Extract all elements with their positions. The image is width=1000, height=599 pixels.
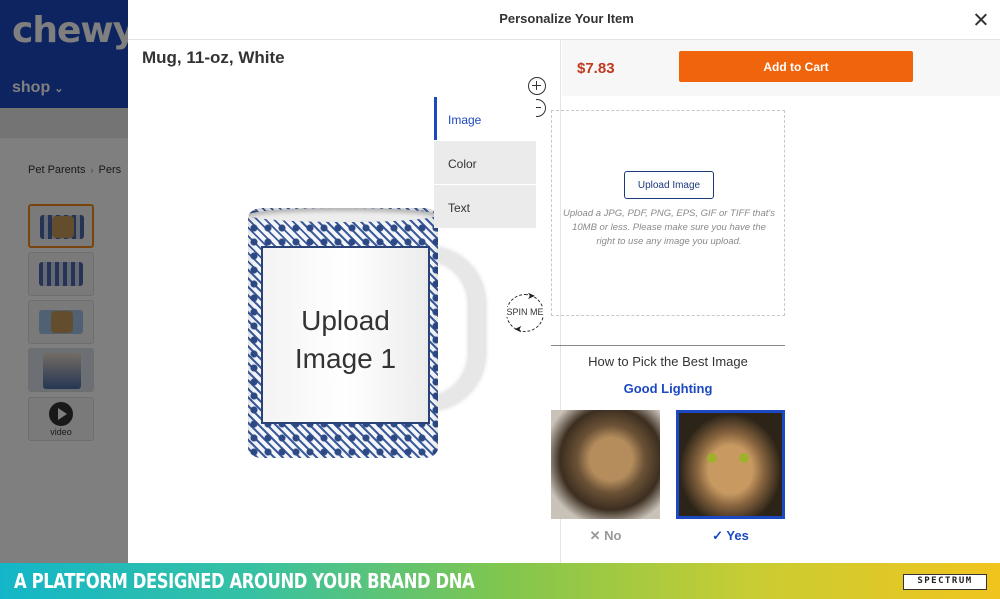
product-name: Mug, 11-oz, White [142,48,285,67]
yes-label: Yes [726,528,749,543]
customize-tabs: Image Color Text [434,97,536,229]
spectrum-logo: SPECTRUM [903,574,987,590]
upload-placeholder-text: Upload Image 1 [263,302,428,378]
cat-eye [707,453,717,463]
spin-me-button[interactable]: ➤ ➤ SPIN ME [502,290,548,336]
tips-subtitle: Good Lighting [623,381,713,396]
ad-banner[interactable]: A PLATFORM DESIGNED AROUND YOUR BRAND DN… [0,563,1000,599]
good-example-image [676,410,785,519]
screen: chewy shop⌄ Pet Parents›Pers video Perso… [0,0,1000,599]
upload-placeholder-line1: Upload [301,305,390,336]
no-label: No [604,528,622,543]
plus-circle-icon[interactable] [528,77,546,95]
good-example-caption: ✓ Yes [676,528,785,544]
tips-title: How to Pick the Best Image [588,354,748,369]
upload-placeholder-line2: Image 1 [294,343,397,374]
mug-preview[interactable]: Upload Image 1 [248,208,488,458]
arrow-icon: ➤ [514,323,523,334]
tab-color[interactable]: Color [434,141,536,184]
arrow-icon: ➤ [527,291,536,302]
bad-example-caption: ✕ No [551,528,660,544]
mug-body: Upload Image 1 [248,208,438,458]
tab-text[interactable]: Text [434,185,536,228]
x-icon: ✕ [589,528,605,543]
add-to-cart-button[interactable]: Add to Cart [679,51,913,82]
mug-rim [248,208,438,222]
price: $7.83 [577,60,615,77]
close-icon[interactable] [970,9,992,31]
upload-image-button[interactable]: Upload Image [624,171,714,199]
price-bar: $7.83 Add to Cart [562,40,1000,96]
bad-example-image [551,410,660,519]
check-icon: ✓ [712,528,727,543]
upload-hint: Upload a JPG, PDF, PNG, EPS, GIF or TIFF… [563,208,775,247]
modal-title: Personalize Your Item [499,11,634,26]
image-tips: How to Pick the Best Image Good Lighting… [551,345,785,543]
cat-eye [739,453,749,463]
spin-me-label: SPIN ME [502,307,548,317]
modal-header: Personalize Your Item [128,0,1000,40]
banner-text: A PLATFORM DESIGNED AROUND YOUR BRAND DN… [14,569,475,593]
tab-image[interactable]: Image [434,97,536,140]
upload-dropzone[interactable]: Upload Image Upload a JPG, PDF, PNG, EPS… [551,110,785,316]
upload-image-area[interactable]: Upload Image 1 [261,246,430,424]
